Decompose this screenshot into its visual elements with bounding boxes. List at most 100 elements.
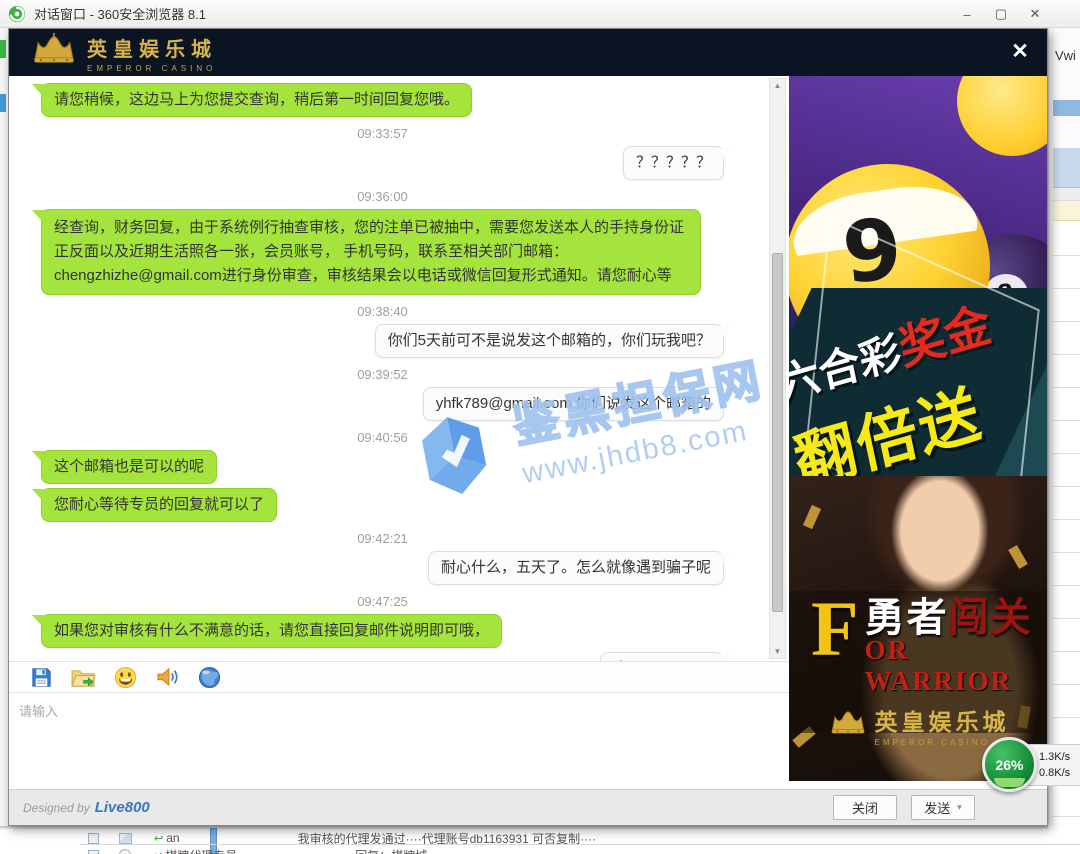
- chat-message-row: 你们5天前可不是说发这个邮箱的，你们玩我吧？: [31, 324, 734, 358]
- bubble-text: 您耐心等待专员的回复就可以了: [54, 496, 264, 513]
- crown-logo-icon: [31, 33, 77, 72]
- send-button[interactable]: 发送 ▾: [911, 795, 975, 820]
- background-table-row: [1053, 188, 1080, 201]
- chat-timestamp: 09:33:57: [31, 126, 734, 141]
- chat-message-row: yhfk789@gmail.com 你们说发这个邮箱的: [31, 387, 734, 421]
- casino-brand: 英皇娱乐城 EMPEROR CASINO: [31, 33, 217, 73]
- web-browse-icon[interactable]: [197, 665, 222, 690]
- banner-overlay-band: F 勇者闯关 OR WARRIOR 英皇娱乐城: [789, 591, 1048, 733]
- close-window-button[interactable]: ✕: [1018, 0, 1052, 28]
- background-fragment-green: [0, 40, 6, 58]
- scroll-down-icon[interactable]: ▼: [770, 647, 785, 656]
- chat-bubble-agent: 这个邮箱也是可以的呢: [41, 450, 217, 484]
- bubble-tail: [32, 210, 44, 225]
- background-page-right-strip: Vwi: [1048, 28, 1080, 854]
- progress-percent: 26%: [995, 757, 1023, 773]
- scrollbar-thumb[interactable]: [772, 253, 783, 612]
- message-input-area: [9, 695, 789, 791]
- chat-scrollbar[interactable]: ▲ ▼: [769, 78, 786, 659]
- maximize-button[interactable]: ▢: [984, 0, 1018, 28]
- image-icon: [119, 833, 132, 844]
- browser-360-icon: [8, 5, 26, 23]
- chat-message-row: ？？？？？: [31, 146, 734, 180]
- chat-bubble-visitor: 你们5天前可不是说发这个邮箱的，你们玩我吧？: [375, 324, 724, 358]
- send-options-caret-icon: ▾: [957, 802, 962, 813]
- casino-ad-banner[interactable]: 8 9 六合彩奖金 翻倍送 F: [789, 76, 1048, 781]
- chat-bubble-agent: 经查询，财务回复，由于系统例行抽查审核，您的注单已被抽中，需要您发送本人的手持身…: [41, 209, 701, 295]
- file-transfer-icon[interactable]: [71, 665, 96, 690]
- chat-messages: 请您稍候，这边马上为您提交查询，稍后第一时间回复您哦。 09:33:57 ？？？？？…: [9, 76, 789, 661]
- chat-timestamp: 09:38:40: [31, 304, 734, 319]
- bubble-tail: [32, 615, 44, 630]
- row-label: 棋牌代理专员: [165, 847, 237, 854]
- bubble-tail: [721, 653, 733, 661]
- window-title: 对话窗口 - 360安全浏览器 8.1: [34, 4, 206, 23]
- chat-timestamp: 09:42:21: [31, 531, 734, 546]
- download-progress-badge[interactable]: 26%: [982, 737, 1037, 792]
- minimize-button[interactable]: –: [950, 0, 984, 28]
- chat-bubble-visitor: ？？？？？: [623, 146, 724, 180]
- row-message: 回复：棋牌城: [355, 847, 427, 854]
- bubble-tail: [32, 489, 44, 504]
- live800-brand: Live800: [95, 799, 150, 816]
- background-page-bottom-strip: ↩ an 我审核的代理发通过····代理账号db1163931 可否复制····…: [0, 826, 1080, 854]
- browser-titlebar: 对话窗口 - 360安全浏览器 8.1 – ▢ ✕: [0, 0, 1080, 28]
- background-list-row: ↩ an 我审核的代理发通过····代理账号db1163931 可否复制····: [80, 831, 1080, 845]
- close-chat-icon[interactable]: ✕: [1007, 39, 1033, 65]
- bubble-tail: [721, 388, 733, 403]
- bubble-tail: [721, 552, 733, 567]
- chat-timestamp: 09:39:52: [31, 367, 734, 382]
- chat-message-row: 您耐心等待专员的回复就可以了: [31, 488, 734, 522]
- background-table-header: [1053, 100, 1080, 116]
- checkbox[interactable]: [88, 833, 99, 844]
- chat-bubble-agent: 如果您对审核有什么不满意的话，请您直接回复邮件说明即可哦，: [41, 614, 502, 648]
- chat-message-row: 如果您对审核有什么不满意的话，请您直接回复邮件说明即可哦，: [31, 614, 734, 648]
- chat-bubble-visitor: yhfk789@gmail.com 你们说发这个邮箱的: [423, 387, 724, 421]
- bubble-text: 请您稍候，这边马上为您提交查询，稍后第一时间回复您哦。: [54, 91, 459, 108]
- save-icon[interactable]: [29, 665, 54, 690]
- emoticon-icon[interactable]: [113, 665, 138, 690]
- bubble-tail: [721, 147, 733, 162]
- download-speed: 0.8K/s: [1039, 767, 1070, 779]
- chat-bubble-agent: 请您稍候，这边马上为您提交查询，稍后第一时间回复您哦。: [41, 83, 472, 117]
- upload-speed: 1.3K/s: [1039, 751, 1070, 763]
- bubble-tail: [32, 451, 44, 466]
- scroll-up-icon[interactable]: ▲: [770, 81, 785, 90]
- close-button[interactable]: 关闭: [833, 795, 897, 820]
- bubble-text: 这个邮箱也是可以的呢: [54, 458, 204, 475]
- brand-name-cn: 英皇娱乐城: [87, 33, 217, 62]
- send-button-label: 发送: [924, 798, 950, 817]
- row-label: an: [166, 831, 179, 845]
- bubble-text: 你们5天前可不是说发这个邮箱的，你们玩我吧？: [388, 332, 711, 349]
- background-page-left-strip: [0, 28, 8, 854]
- overlay-letter-f: F: [811, 597, 859, 661]
- bubble-text: 经查询，财务回复，由于系统例行抽查审核，您的注单已被抽中，需要您发送本人的手持身…: [54, 219, 684, 284]
- message-input[interactable]: [9, 695, 789, 791]
- chat-bubble-visitor: 真无语，. . . . .: [600, 652, 724, 661]
- bubble-tail: [721, 325, 733, 340]
- background-fragment-text: Vwi: [1055, 48, 1076, 63]
- chat-timestamp: 09:47:25: [31, 594, 734, 609]
- casino-header: 英皇娱乐城 EMPEROR CASINO ✕: [9, 29, 1047, 76]
- reply-arrow-icon: ↩: [154, 832, 163, 845]
- chat-message-row: 请您稍候，这边马上为您提交查询，稍后第一时间回复您哦。: [31, 83, 734, 117]
- bubble-text: ？？？？？: [636, 154, 711, 171]
- overlay-chuangguan: 闯关: [949, 596, 1033, 640]
- designed-by: Designed by Live800: [23, 799, 150, 816]
- sound-icon[interactable]: [155, 665, 180, 690]
- yellow-ball-decoration: [957, 76, 1048, 156]
- chat-message-row: 耐心什么，五天了。怎么就像遇到骗子呢: [31, 551, 734, 585]
- row-divider: [80, 844, 1080, 845]
- chat-bubble-agent: 您耐心等待专员的回复就可以了: [41, 488, 277, 522]
- brand-name-en: EMPEROR CASINO: [87, 64, 217, 73]
- checkbox[interactable]: [88, 850, 99, 854]
- designed-by-label: Designed by: [23, 801, 90, 815]
- chat-message-row: 经查询，财务回复，由于系统例行抽查审核，您的注单已被抽中，需要您发送本人的手持身…: [31, 209, 734, 295]
- reply-arrow-icon: ↩: [153, 849, 162, 854]
- chat-bubble-visitor: 耐心什么，五天了。怎么就像遇到骗子呢: [428, 551, 724, 585]
- chat-timestamp: 09:40:56: [31, 430, 734, 445]
- chat-message-area: 请您稍候，这边马上为您提交查询，稍后第一时间回复您哦。 09:33:57 ？？？？？…: [9, 76, 789, 661]
- chat-timestamp: 09:36:00: [31, 189, 734, 204]
- crown-logo-icon: [829, 709, 867, 742]
- chat-message-row: 真无语，. . . . .: [31, 652, 734, 661]
